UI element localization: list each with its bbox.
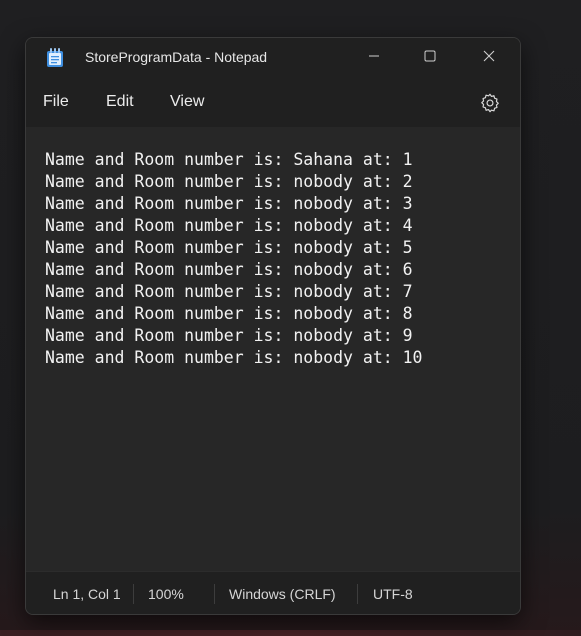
- cursor-position: Ln 1, Col 1: [53, 586, 121, 602]
- zoom-level[interactable]: 100%: [148, 586, 184, 602]
- notepad-window: StoreProgramData - Notepad File Edit Vie…: [25, 37, 521, 615]
- title-bar[interactable]: StoreProgramData - Notepad: [26, 38, 520, 78]
- status-divider: [357, 584, 358, 604]
- gear-icon[interactable]: [479, 92, 501, 114]
- status-divider: [133, 584, 134, 604]
- status-bar: Ln 1, Col 1 100% Windows (CRLF) UTF-8: [26, 571, 520, 614]
- minimize-button[interactable]: [351, 38, 397, 78]
- editor-content[interactable]: Name and Room number is: Sahana at: 1 Na…: [45, 149, 423, 369]
- status-divider: [214, 584, 215, 604]
- menu-bar: File Edit View: [26, 78, 520, 126]
- taskbar-edge: [0, 630, 581, 636]
- menu-view[interactable]: View: [170, 93, 204, 111]
- close-button[interactable]: [466, 38, 512, 78]
- minimize-icon: [368, 49, 380, 67]
- desktop-background: StoreProgramData - Notepad File Edit Vie…: [0, 0, 581, 636]
- text-editor[interactable]: Name and Room number is: Sahana at: 1 Na…: [26, 127, 520, 571]
- maximize-button[interactable]: [407, 38, 453, 78]
- line-endings[interactable]: Windows (CRLF): [229, 586, 336, 602]
- maximize-icon: [424, 49, 436, 67]
- menu-edit[interactable]: Edit: [106, 93, 134, 111]
- encoding[interactable]: UTF-8: [373, 586, 413, 602]
- window-title: StoreProgramData - Notepad: [85, 49, 268, 65]
- close-icon: [483, 49, 495, 67]
- notepad-icon: [46, 48, 64, 68]
- menu-file[interactable]: File: [43, 93, 69, 111]
